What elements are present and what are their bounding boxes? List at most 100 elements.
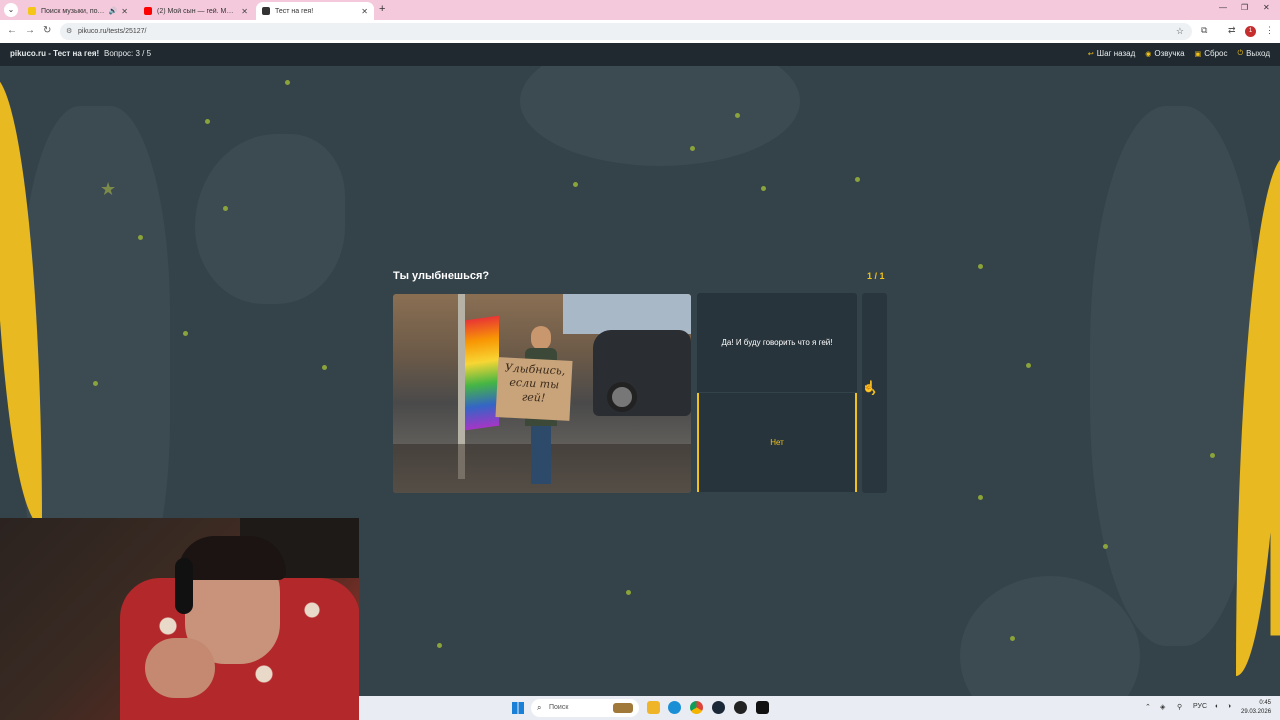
- browser-menu-icon[interactable]: ⋮: [1265, 25, 1274, 36]
- tray-mic-icon[interactable]: ⚲: [1177, 703, 1182, 711]
- question-progress: 1 / 1: [867, 271, 885, 281]
- photo-sky: [563, 294, 691, 334]
- decorative-dot: [138, 235, 143, 240]
- decorative-dot: [183, 331, 188, 336]
- question-counter: Вопрос: 3 / 5: [104, 49, 152, 58]
- tab-quiz[interactable]: Тест на гея! ✕: [256, 2, 374, 20]
- question-photo: Улыбнись, если ты гей!: [393, 294, 691, 493]
- browser-toolbar: ← → ↻ ⚙ pikuco.ru/tests/25127/ ☆ ⧉ ⇄ ⋮: [0, 20, 1280, 43]
- new-tab-button[interactable]: +: [379, 3, 385, 15]
- decorative-dot: [1010, 636, 1015, 641]
- reset-icon: ▣: [1194, 50, 1202, 58]
- tab-music[interactable]: Поиск музыки, подкастов 🔊 ✕: [22, 2, 134, 20]
- reset-button[interactable]: ▣ Сброс: [1195, 49, 1228, 58]
- windows-start-icon[interactable]: [512, 702, 524, 714]
- decorative-dot: [626, 590, 631, 595]
- sign-line: гей!: [521, 390, 546, 405]
- decorative-dot: [978, 264, 983, 269]
- star-icon: ★: [100, 179, 117, 199]
- tray-app-icon[interactable]: ◈: [1160, 703, 1165, 711]
- decorative-dot: [690, 146, 695, 151]
- close-icon[interactable]: ✕: [121, 7, 128, 16]
- forward-arrow-icon[interactable]: →: [25, 25, 35, 36]
- tab-title: Поиск музыки, подкастов: [41, 7, 105, 15]
- background-shape: [520, 66, 800, 166]
- webcam-overlay: [0, 518, 359, 720]
- decorative-dot: [1026, 363, 1031, 368]
- exit-button[interactable]: ⏻ Выход: [1238, 49, 1270, 58]
- decorative-dot: [1103, 544, 1108, 549]
- cardboard-sign: Улыбнись, если ты гей!: [495, 357, 573, 421]
- tray-overflow-icon[interactable]: ⌃: [1145, 703, 1151, 711]
- youtube-icon: [144, 7, 152, 15]
- url-text: pikuco.ru/tests/25127/: [78, 28, 147, 35]
- photo-car-wheel: [607, 382, 637, 412]
- minimize-icon[interactable]: —: [1219, 3, 1227, 12]
- person-head: [531, 326, 551, 350]
- close-window-icon[interactable]: ✕: [1263, 3, 1270, 12]
- steam-icon[interactable]: [712, 701, 725, 714]
- hand-cursor-icon: ☝: [862, 381, 876, 393]
- speaker-icon[interactable]: 🔊: [109, 7, 118, 15]
- close-icon[interactable]: ✕: [361, 7, 368, 16]
- taskbar-search[interactable]: ⌕ Поиск: [531, 699, 639, 717]
- background-shape: [1090, 106, 1260, 646]
- back-icon: ↩: [1087, 50, 1094, 58]
- tab-title: Тест на гея!: [275, 7, 314, 15]
- voice-icon: ◉: [1145, 50, 1152, 58]
- decorative-dot: [322, 365, 327, 370]
- chrome-icon[interactable]: [690, 701, 703, 714]
- edge-icon[interactable]: [668, 701, 681, 714]
- bookmark-star-icon[interactable]: ☆: [1176, 23, 1184, 40]
- tab-youtube[interactable]: (2) Мой сын — гей. Мамы гов ✕: [138, 2, 254, 20]
- file-explorer-icon[interactable]: [647, 701, 660, 714]
- reload-icon[interactable]: ↻: [43, 25, 51, 36]
- webcam-person-hand: [145, 638, 215, 698]
- voice-button[interactable]: ◉ Озвучка: [1145, 49, 1184, 58]
- step-back-button[interactable]: ↩ Шаг назад: [1088, 49, 1135, 58]
- site-info-icon[interactable]: ⚙: [66, 23, 72, 40]
- exit-label: Выход: [1246, 49, 1270, 58]
- webcam-person-hair: [178, 536, 286, 580]
- decorative-dot: [205, 119, 210, 124]
- browser-tab-bar: ⌄ Поиск музыки, подкастов 🔊 ✕ (2) Мой сы…: [0, 0, 1280, 20]
- network-icon[interactable]: ◐: [1215, 703, 1219, 710]
- extensions-icon[interactable]: ⧉: [1201, 25, 1207, 36]
- restore-icon[interactable]: ❐: [1241, 3, 1248, 12]
- clock-time: 0:45: [1259, 700, 1272, 706]
- decorative-dot: [761, 186, 766, 191]
- exit-icon: ⏻: [1237, 49, 1244, 57]
- windows-taskbar: ⌕ Поиск ⌃ ◈ ⚲ РУС ◐ ◑ 0:45 29.03.2026: [359, 696, 1280, 720]
- decorative-dot: [223, 206, 228, 211]
- tab-favicon: [28, 7, 36, 15]
- headset-icon: [175, 558, 193, 614]
- site-header: pikuco.ru - Тест на гея! Вопрос: 3 / 5 ↩…: [0, 43, 1280, 66]
- tab-title: (2) Мой сын — гей. Мамы гов: [157, 7, 237, 15]
- h-app-icon[interactable]: [756, 701, 769, 714]
- address-bar[interactable]: ⚙ pikuco.ru/tests/25127/ ☆: [60, 23, 1192, 40]
- profile-avatar[interactable]: 1: [1245, 26, 1256, 37]
- background-shape: [960, 576, 1140, 696]
- reset-label: Сброс: [1204, 49, 1228, 58]
- site-brand[interactable]: pikuco.ru - Тест на гея!: [10, 49, 99, 58]
- question-title: Ты улыбнешься?: [393, 270, 490, 282]
- volume-icon[interactable]: ◑: [1227, 703, 1231, 710]
- decorative-dot: [855, 177, 860, 182]
- keyboard-language[interactable]: РУС: [1193, 703, 1207, 710]
- cast-icon[interactable]: ⇄: [1228, 25, 1236, 36]
- answer-option-yes[interactable]: Да! И буду говорить что я гей!: [697, 293, 857, 392]
- person-legs: [531, 426, 551, 484]
- taskbar-clock[interactable]: 0:45 29.03.2026: [1241, 699, 1271, 717]
- back-arrow-icon[interactable]: ←: [7, 25, 17, 36]
- answer-label: Нет: [770, 438, 784, 447]
- search-highlight-icon: [613, 703, 633, 713]
- decorative-dot: [573, 182, 578, 187]
- decorative-dot: [285, 80, 290, 85]
- decorative-dot: [978, 495, 983, 500]
- voice-label: Озвучка: [1154, 49, 1185, 58]
- close-icon[interactable]: ✕: [241, 7, 248, 16]
- answer-option-no[interactable]: Нет: [697, 393, 857, 492]
- tab-search-icon[interactable]: ⌄: [4, 3, 18, 17]
- app-icon[interactable]: [734, 701, 747, 714]
- header-menu: ↩ Шаг назад ◉ Озвучка ▣ Сброс ⏻ Выход: [1088, 49, 1270, 58]
